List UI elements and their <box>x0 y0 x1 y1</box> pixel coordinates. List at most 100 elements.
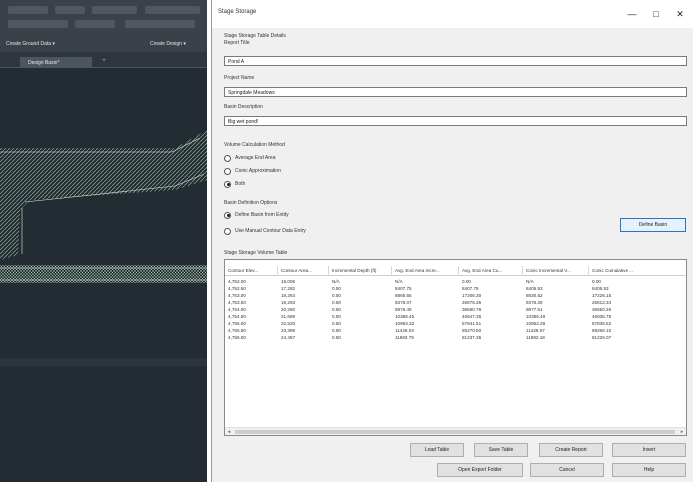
minimize-button[interactable]: — <box>622 6 642 22</box>
table-row[interactable]: 4,756.00 24,487 0.50 11983.79 81237.35 11982.… <box>225 334 686 341</box>
project-name-label: Project Name <box>224 75 255 81</box>
table-cell: 11428.07 <box>526 328 545 333</box>
ribbon-icon-group[interactable] <box>75 20 115 28</box>
basin-description-label: Basin Description <box>224 104 263 110</box>
table-cell: 10386.45 <box>395 314 415 319</box>
table-cell: 26612.34 <box>592 300 612 305</box>
save-table-button[interactable]: Save Table <box>474 443 528 457</box>
table-row[interactable]: 4,752.50 17,282 0.50 8407.75 8407.75 8405.53 8… <box>225 285 686 292</box>
table-cell: N/A <box>526 279 534 284</box>
ribbon-icon-group[interactable] <box>8 6 48 14</box>
table-cell: 17,282 <box>281 286 296 291</box>
ribbon-panel-create-design[interactable]: Create Design ▾ <box>150 41 186 47</box>
table-cell: 8405.53 <box>526 286 543 291</box>
table-cell: 18,264 <box>281 293 296 298</box>
scrollbar-thumb[interactable] <box>235 430 675 434</box>
table-row[interactable]: 4,754.00 20,260 0.50 9878.49 36560.78 9877.51… <box>225 306 686 313</box>
table-cell: 9378.07 <box>395 300 412 305</box>
table-cell: 4,755.50 <box>228 328 246 333</box>
table-cell: 81226.07 <box>592 335 612 340</box>
table-cell: 4,756.00 <box>228 335 246 340</box>
project-name-input[interactable]: Springdale Meadows <box>224 87 687 97</box>
table-cell: N/A <box>332 279 340 284</box>
table-cell: 8868.55 <box>395 293 412 298</box>
dialog-titlebar[interactable]: Stage Storage — □ ✕ <box>212 0 693 28</box>
table-cell: 22,520 <box>281 321 296 326</box>
table-cell: 4,752.50 <box>228 286 246 291</box>
column-header[interactable]: Avg. End Area Incre... <box>392 266 459 276</box>
scroll-left-icon[interactable]: ◂ <box>225 428 233 435</box>
table-cell: 24,487 <box>281 335 296 340</box>
table-row[interactable]: 4,753.00 18,264 0.50 8868.55 17206.30 8830.52… <box>225 292 686 299</box>
ribbon-icon-group[interactable] <box>8 20 68 28</box>
table-row[interactable]: 4,755.00 22,520 0.50 10993.32 57841.51 10952.… <box>225 320 686 327</box>
radio-indicator <box>224 154 231 162</box>
cad-ribbon: Create Ground Data ▾ Create Design ▾ <box>0 0 207 52</box>
ribbon-icon-group[interactable] <box>92 6 137 14</box>
cancel-button[interactable]: Cancel <box>530 463 604 477</box>
table-cell: 4,755.00 <box>228 321 246 326</box>
define-basin-button[interactable]: Define Basin <box>620 218 686 232</box>
column-header[interactable]: Conic Incremental V... <box>523 266 589 276</box>
table-cell: 0.50 <box>332 328 341 333</box>
radio-indicator <box>224 211 231 219</box>
drawing-viewport[interactable] <box>0 70 207 482</box>
ribbon-panel-create-ground-data[interactable]: Create Ground Data ▾ <box>6 41 55 47</box>
table-cell: 57838.52 <box>592 321 612 326</box>
radio-label: Average End Area <box>235 155 276 161</box>
report-title-input[interactable]: Pond A <box>224 56 687 66</box>
horizontal-scrollbar[interactable]: ◂ ▸ <box>225 427 686 435</box>
table-cell: 4,754.50 <box>228 314 246 319</box>
table-cell: 4,753.00 <box>228 293 246 298</box>
insert-button[interactable]: Insert <box>612 443 686 457</box>
section-details-heading: Stage Storage Table Details <box>224 33 286 39</box>
scroll-right-icon[interactable]: ▸ <box>678 428 686 435</box>
table-cell: 8407.75 <box>395 286 412 291</box>
table-row[interactable]: 4,754.50 21,689 0.50 10386.45 46947.35 10385.… <box>225 313 686 320</box>
radio-define-basin-from-entity[interactable]: Define Basin from Entity <box>224 210 289 220</box>
radio-label: Define Basin from Entity <box>235 212 289 218</box>
radio-conic-approximation[interactable]: Conic Approximation <box>224 166 281 176</box>
help-button[interactable]: Help <box>612 463 686 477</box>
table-cell: 46935.75 <box>592 314 612 319</box>
table-cell: 0.00 <box>462 279 471 284</box>
column-header[interactable]: Incremental Depth (ft) <box>329 266 392 276</box>
ribbon-icon-group[interactable] <box>55 6 85 14</box>
table-row[interactable]: 4,755.50 23,389 0.50 11428.03 69270.50 11428.… <box>225 327 686 334</box>
table-row[interactable]: 4,752.00 16,006 N/A N/A 0.00 N/A 0.00 <box>225 278 686 285</box>
open-export-folder-button[interactable]: Open Export Folder <box>437 463 523 477</box>
radio-manual-contour-entry[interactable]: Use Manual Contour Data Entry <box>224 226 306 236</box>
new-tab-icon[interactable]: + <box>98 58 110 66</box>
table-cell: 9878.49 <box>395 307 412 312</box>
column-header[interactable]: Contour Area... <box>278 266 329 276</box>
table-cell: 10385.49 <box>526 314 546 319</box>
radio-label: Both <box>235 181 246 187</box>
column-header[interactable]: Contour Elev... <box>225 266 278 276</box>
table-cell: 20,260 <box>281 307 296 312</box>
radio-both[interactable]: Both <box>224 179 245 189</box>
basin-definition-heading: Basin Definition Options <box>224 200 278 206</box>
tab-design-basin[interactable]: Design Basin* <box>20 57 92 68</box>
radio-average-end-area[interactable]: Average End Area <box>224 153 276 163</box>
ribbon-icon-group[interactable] <box>145 6 200 14</box>
table-cell: 19,293 <box>281 300 296 305</box>
create-report-button[interactable]: Create Report <box>539 443 603 457</box>
table-cell: 8405.53 <box>592 286 609 291</box>
table-cell: 0.50 <box>332 321 341 326</box>
column-header[interactable]: Avg. End Area Cu... <box>459 266 523 276</box>
table-row[interactable]: 4,753.50 19,293 0.50 9378.07 26676.35 9376.28… <box>225 299 686 306</box>
column-header[interactable]: Conic Cumulative ... <box>589 266 686 276</box>
load-table-button[interactable]: Load Table <box>410 443 464 457</box>
table-cell: 11982.18 <box>526 335 545 340</box>
close-button[interactable]: ✕ <box>670 6 690 22</box>
cad-background: Create Ground Data ▾ Create Design ▾ Des… <box>0 0 207 482</box>
basin-description-input[interactable]: Big wet pond! <box>224 116 687 126</box>
drawing-tabs: Design Basin* + <box>0 52 207 68</box>
maximize-button[interactable]: □ <box>646 6 666 22</box>
radio-label: Use Manual Contour Data Entry <box>235 228 306 234</box>
table-cell: 36550.26 <box>592 307 612 312</box>
volume-table-heading: Stage Storage Volume Table <box>224 250 288 256</box>
stage-storage-table[interactable]: Contour Elev... Contour Area... Incremen… <box>224 259 687 436</box>
ribbon-icon-group[interactable] <box>125 20 195 28</box>
table-cell: 8830.52 <box>526 293 543 298</box>
